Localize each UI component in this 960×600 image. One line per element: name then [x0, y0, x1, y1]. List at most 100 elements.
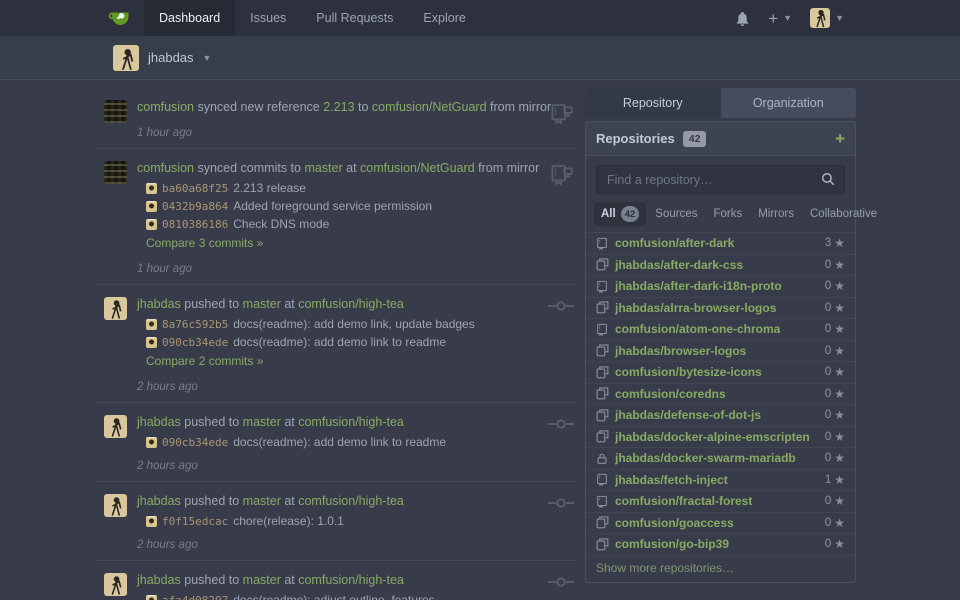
nav-item-pull-requests[interactable]: Pull Requests — [301, 0, 408, 36]
feed-link[interactable]: jhabdas — [137, 494, 181, 508]
nav-item-issues[interactable]: Issues — [235, 0, 301, 36]
repo-row[interactable]: comfusion/goaccess0 ★ — [586, 512, 855, 534]
create-new-dropdown[interactable]: + ▼ — [764, 10, 796, 27]
repo-list: comfusion/after-dark3 ★jhabdas/after-dar… — [586, 232, 855, 555]
repo-name-link[interactable]: jhabdas/after-dark-i18n-proto — [615, 279, 782, 293]
tab-organization[interactable]: Organization — [721, 88, 857, 118]
repo-row[interactable]: comfusion/fractal-forest0 ★ — [586, 490, 855, 512]
feed-link[interactable]: master — [243, 494, 281, 508]
repo-filter-forks[interactable]: Forks — [706, 204, 749, 224]
repo-name-link[interactable]: jhabdas/docker-swarm-mariadb — [615, 451, 796, 465]
commit-sha-link[interactable]: afa4d08297 — [162, 594, 228, 600]
repo-row[interactable]: comfusion/go-bip390 ★ — [586, 533, 855, 555]
repo-name-link[interactable]: comfusion/goaccess — [615, 516, 734, 530]
repo-star-count: 0 ★ — [825, 279, 845, 293]
feed-link[interactable]: comfusion/NetGuard — [372, 100, 487, 114]
feed-link[interactable]: comfusion/high-tea — [298, 494, 404, 508]
repo-search-input[interactable] — [596, 165, 845, 194]
repo-filter-mirrors[interactable]: Mirrors — [751, 204, 801, 224]
actor-avatar[interactable] — [104, 494, 127, 517]
repo-name-link[interactable]: jhabdas/fetch-inject — [615, 473, 728, 487]
chevron-down-icon[interactable]: ▼ — [203, 53, 212, 63]
repo-row[interactable]: jhabdas/fetch-inject1 ★ — [586, 469, 855, 491]
actor-avatar[interactable] — [104, 100, 127, 123]
actor-avatar[interactable] — [104, 161, 127, 184]
repo-name-link[interactable]: comfusion/fractal-forest — [615, 494, 752, 508]
commit-sha-link[interactable]: 0432b9a864 — [162, 200, 228, 213]
feed-link[interactable]: master — [304, 161, 342, 175]
repo-row[interactable]: jhabdas/docker-swarm-mariadb0 ★ — [586, 447, 855, 469]
commit-author-avatar — [146, 437, 157, 448]
feed-item-body: comfusion synced new reference 2.213 to … — [137, 99, 546, 139]
repo-name-link[interactable]: comfusion/after-dark — [615, 236, 734, 250]
feed-item-body: jhabdas pushed to master at comfusion/hi… — [137, 493, 546, 551]
feed-link[interactable]: 2.213 — [323, 100, 354, 114]
repo-row[interactable]: jhabdas/alrra-browser-logos0 ★ — [586, 297, 855, 319]
repo-name-link[interactable]: comfusion/bytesize-icons — [615, 365, 762, 379]
plus-icon: + — [768, 10, 778, 27]
repo-name-link[interactable]: jhabdas/after-dark-css — [615, 258, 743, 272]
repo-row[interactable]: comfusion/atom-one-chroma0 ★ — [586, 318, 855, 340]
repo-name-link[interactable]: comfusion/atom-one-chroma — [615, 322, 780, 336]
feed-item-title: comfusion synced commits to master at co… — [137, 160, 546, 177]
compare-commits-link[interactable]: Compare 3 commits » — [146, 236, 263, 250]
repo-row[interactable]: comfusion/bytesize-icons0 ★ — [586, 361, 855, 383]
repo-row[interactable]: jhabdas/after-dark-css0 ★ — [586, 254, 855, 276]
compare-commits-link[interactable]: Compare 2 commits » — [146, 354, 263, 368]
feed-link[interactable]: jhabdas — [137, 415, 181, 429]
star-icon: ★ — [834, 430, 845, 444]
context-avatar — [113, 45, 139, 71]
feed-link[interactable]: comfusion/high-tea — [298, 415, 404, 429]
repo-row[interactable]: jhabdas/defense-of-dot-js0 ★ — [586, 404, 855, 426]
feed-link[interactable]: master — [243, 297, 281, 311]
nav-menu: DashboardIssuesPull RequestsExplore — [144, 0, 481, 36]
repo-row[interactable]: comfusion/after-dark3 ★ — [586, 232, 855, 254]
commit-sha-link[interactable]: 090cb34ede — [162, 336, 228, 349]
gitea-logo-icon[interactable] — [108, 0, 130, 36]
repo-name-link[interactable]: jhabdas/browser-logos — [615, 344, 746, 358]
commit-sha-link[interactable]: 8a76c592b5 — [162, 318, 228, 331]
commit-sha-link[interactable]: 090cb34ede — [162, 436, 228, 449]
commit-sha-link[interactable]: ba60a68f25 — [162, 182, 228, 195]
repo-name-link[interactable]: jhabdas/defense-of-dot-js — [615, 408, 761, 422]
repo-name-link[interactable]: comfusion/go-bip39 — [615, 537, 729, 551]
feed-item-title: comfusion synced new reference 2.213 to … — [137, 99, 546, 116]
feed-item-timestamp: 1 hour ago — [137, 127, 546, 139]
feed-link[interactable]: comfusion — [137, 161, 194, 175]
user-menu-dropdown[interactable]: ▼ — [806, 8, 848, 28]
feed-link[interactable]: master — [243, 573, 281, 587]
feed-link[interactable]: jhabdas — [137, 573, 181, 587]
feed-link[interactable]: comfusion/high-tea — [298, 297, 404, 311]
repo-row[interactable]: jhabdas/after-dark-i18n-proto 0 ★ — [586, 275, 855, 297]
feed-link[interactable]: master — [243, 415, 281, 429]
feed-link[interactable]: comfusion/high-tea — [298, 573, 404, 587]
nav-item-explore[interactable]: Explore — [408, 0, 480, 36]
actor-avatar[interactable] — [104, 297, 127, 320]
repo-name-link[interactable]: jhabdas/alrra-browser-logos — [615, 301, 776, 315]
repo-filter-sources[interactable]: Sources — [648, 204, 704, 224]
commit-sha-link[interactable]: f0f15edcac — [162, 515, 228, 528]
repo-name-link[interactable]: comfusion/coredns — [615, 387, 726, 401]
feed-text: pushed to — [181, 573, 243, 587]
search-icon[interactable] — [821, 172, 835, 191]
repo-filter-collaborative[interactable]: Collaborative — [803, 204, 884, 224]
feed-link[interactable]: comfusion — [137, 100, 194, 114]
notifications-bell-icon[interactable] — [731, 11, 754, 26]
feed-link[interactable]: jhabdas — [137, 297, 181, 311]
commit-sha-link[interactable]: 0810386186 — [162, 218, 228, 231]
repo-row[interactable]: jhabdas/browser-logos0 ★ — [586, 340, 855, 362]
new-repository-button[interactable]: + — [835, 130, 845, 147]
show-more-repositories-link[interactable]: Show more repositories… — [586, 555, 855, 582]
repo-name-link[interactable]: jhabdas/docker-alpine-emscripten — [615, 430, 810, 444]
nav-item-dashboard[interactable]: Dashboard — [144, 0, 235, 36]
repo-row[interactable]: jhabdas/docker-alpine-emscripten0 ★ — [586, 426, 855, 448]
actor-avatar[interactable] — [104, 573, 127, 596]
context-switcher-bar: jhabdas ▼ — [0, 36, 960, 80]
tab-repository[interactable]: Repository — [585, 88, 721, 118]
context-username[interactable]: jhabdas — [148, 50, 194, 65]
feed-link[interactable]: comfusion/NetGuard — [360, 161, 475, 175]
repo-filter-all[interactable]: All42 — [594, 202, 646, 226]
feed-text: pushed to — [181, 415, 243, 429]
repo-row[interactable]: comfusion/coredns0 ★ — [586, 383, 855, 405]
actor-avatar[interactable] — [104, 415, 127, 438]
